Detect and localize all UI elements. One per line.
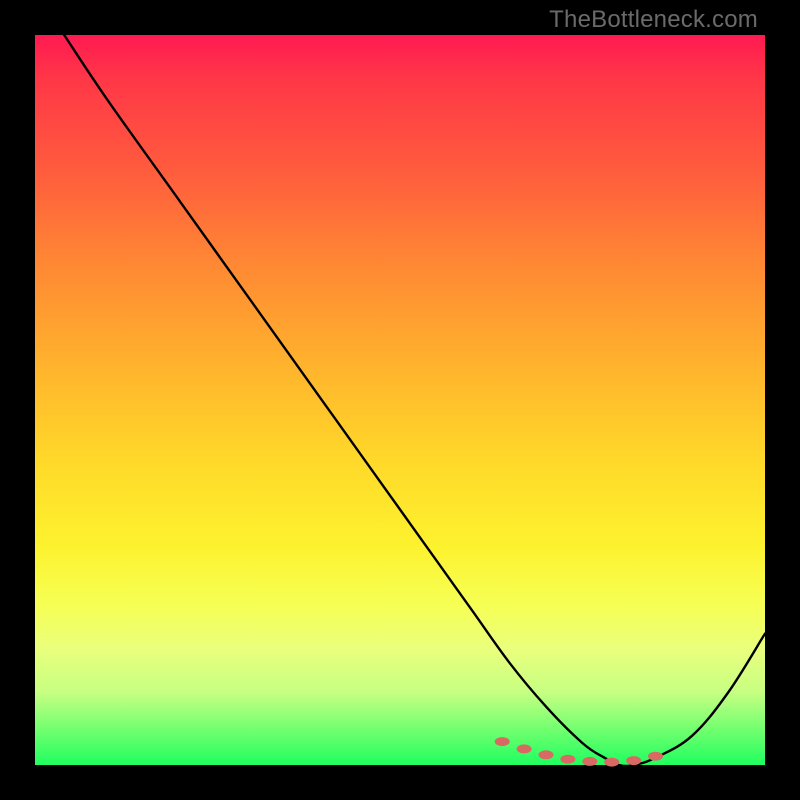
curve-svg (35, 35, 765, 765)
bottleneck-curve (64, 35, 765, 766)
sweet-spot-dot (539, 750, 554, 759)
watermark-label: TheBottleneck.com (549, 6, 758, 34)
sweet-spot-dot (560, 755, 575, 764)
chart-frame: TheBottleneck.com (0, 0, 800, 800)
plot-area (35, 35, 765, 765)
sweet-spot-dot (495, 737, 510, 746)
sweet-spot-dot (582, 757, 597, 766)
sweet-spot-markers (495, 737, 663, 767)
sweet-spot-dot (517, 744, 532, 753)
sweet-spot-dot (604, 758, 619, 767)
sweet-spot-dot (648, 752, 663, 761)
sweet-spot-dot (626, 756, 641, 765)
